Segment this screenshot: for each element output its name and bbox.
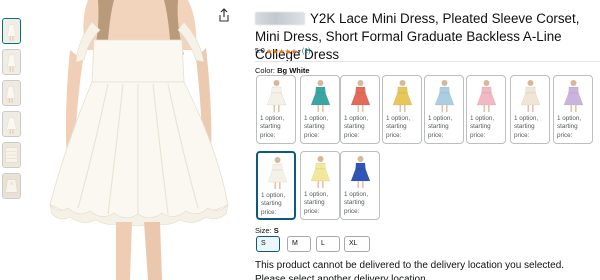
main-product-image[interactable]	[28, 0, 244, 280]
thumbnail-2[interactable]	[2, 49, 21, 75]
dress-thumbnail-image	[387, 79, 418, 113]
color-swatch[interactable]: 1 option, starting price:	[510, 75, 550, 144]
size-option-m[interactable]: M	[287, 236, 311, 252]
swatch-price-text: 1 option, starting price:	[344, 191, 369, 215]
dress-thumbnail-image	[471, 79, 502, 113]
divider	[255, 61, 600, 62]
chevron-down-icon[interactable]: ▾	[298, 48, 301, 55]
dress-thumbnail-image	[558, 79, 589, 113]
color-swatch[interactable]: 1 option, starting price:	[466, 75, 506, 144]
swatch-price-text: 1 option, starting price:	[514, 115, 539, 139]
selected-size: S	[273, 226, 279, 235]
swatch-price-text: 1 option, starting price:	[261, 192, 286, 216]
swatch-price-text: 1 option, starting price:	[386, 115, 411, 139]
color-swatch[interactable]: 1 option, starting price:	[300, 151, 340, 220]
color-swatch[interactable]: 1 option, starting price:	[340, 151, 380, 220]
swatch-price-text: 1 option, starting price:	[304, 191, 329, 215]
size-label-text: Size:	[255, 226, 272, 235]
dress-thumbnail-image	[305, 155, 336, 189]
review-count-link[interactable]: (1)	[302, 48, 311, 55]
dress-thumbnail-image	[345, 155, 376, 189]
size-option-xl[interactable]: XL	[344, 236, 370, 252]
color-swatch[interactable]: 1 option, starting price:	[256, 151, 296, 220]
color-label: Color: Bg White	[255, 66, 310, 75]
color-swatch[interactable]: 1 option, starting price:	[553, 75, 593, 144]
color-swatch[interactable]: 1 option, starting price:	[300, 75, 340, 144]
dress-thumbnail-image	[429, 79, 460, 113]
dress-thumbnail-image	[305, 79, 336, 113]
size-option-s[interactable]: S	[256, 236, 280, 252]
color-swatch[interactable]: 1 option, starting price:	[382, 75, 422, 144]
delivery-notice: This product cannot be delivered to the …	[255, 260, 565, 280]
size-option-l[interactable]: L	[316, 236, 340, 252]
swatch-price-text: 1 option, starting price:	[304, 115, 329, 139]
thumbnail-4[interactable]	[2, 111, 21, 137]
color-swatch[interactable]: 1 option, starting price:	[256, 75, 296, 144]
rating-row[interactable]: 5.0 ★★★★★ ▾ (1)	[255, 47, 310, 56]
swatch-price-text: 1 option, starting price:	[344, 115, 369, 139]
size-label: Size: S	[255, 226, 279, 235]
thumbnail-strip	[0, 0, 24, 280]
swatch-price-text: 1 option, starting price:	[557, 115, 582, 139]
dress-thumbnail-image	[345, 79, 376, 113]
color-label-text: Color:	[255, 66, 276, 75]
thumbnail-1[interactable]	[2, 18, 21, 44]
color-swatch[interactable]: 1 option, starting price:	[424, 75, 464, 144]
swatch-price-text: 1 option, starting price:	[428, 115, 453, 139]
selected-color: Bg White	[277, 66, 310, 75]
thumbnail-3[interactable]	[2, 80, 21, 106]
dress-thumbnail-image	[261, 79, 292, 113]
dress-thumbnail-image	[515, 79, 546, 113]
thumbnail-5[interactable]	[2, 142, 21, 168]
star-rating-icon[interactable]: ★★★★★	[266, 47, 298, 56]
dress-thumbnail-image	[262, 156, 293, 190]
share-icon[interactable]	[218, 8, 230, 22]
swatch-price-text: 1 option, starting price:	[470, 115, 495, 139]
color-swatch[interactable]: 1 option, starting price:	[340, 75, 380, 144]
thumbnail-6[interactable]	[2, 173, 21, 199]
rating-value: 5.0	[255, 48, 265, 55]
swatch-price-text: 1 option, starting price:	[260, 115, 285, 139]
